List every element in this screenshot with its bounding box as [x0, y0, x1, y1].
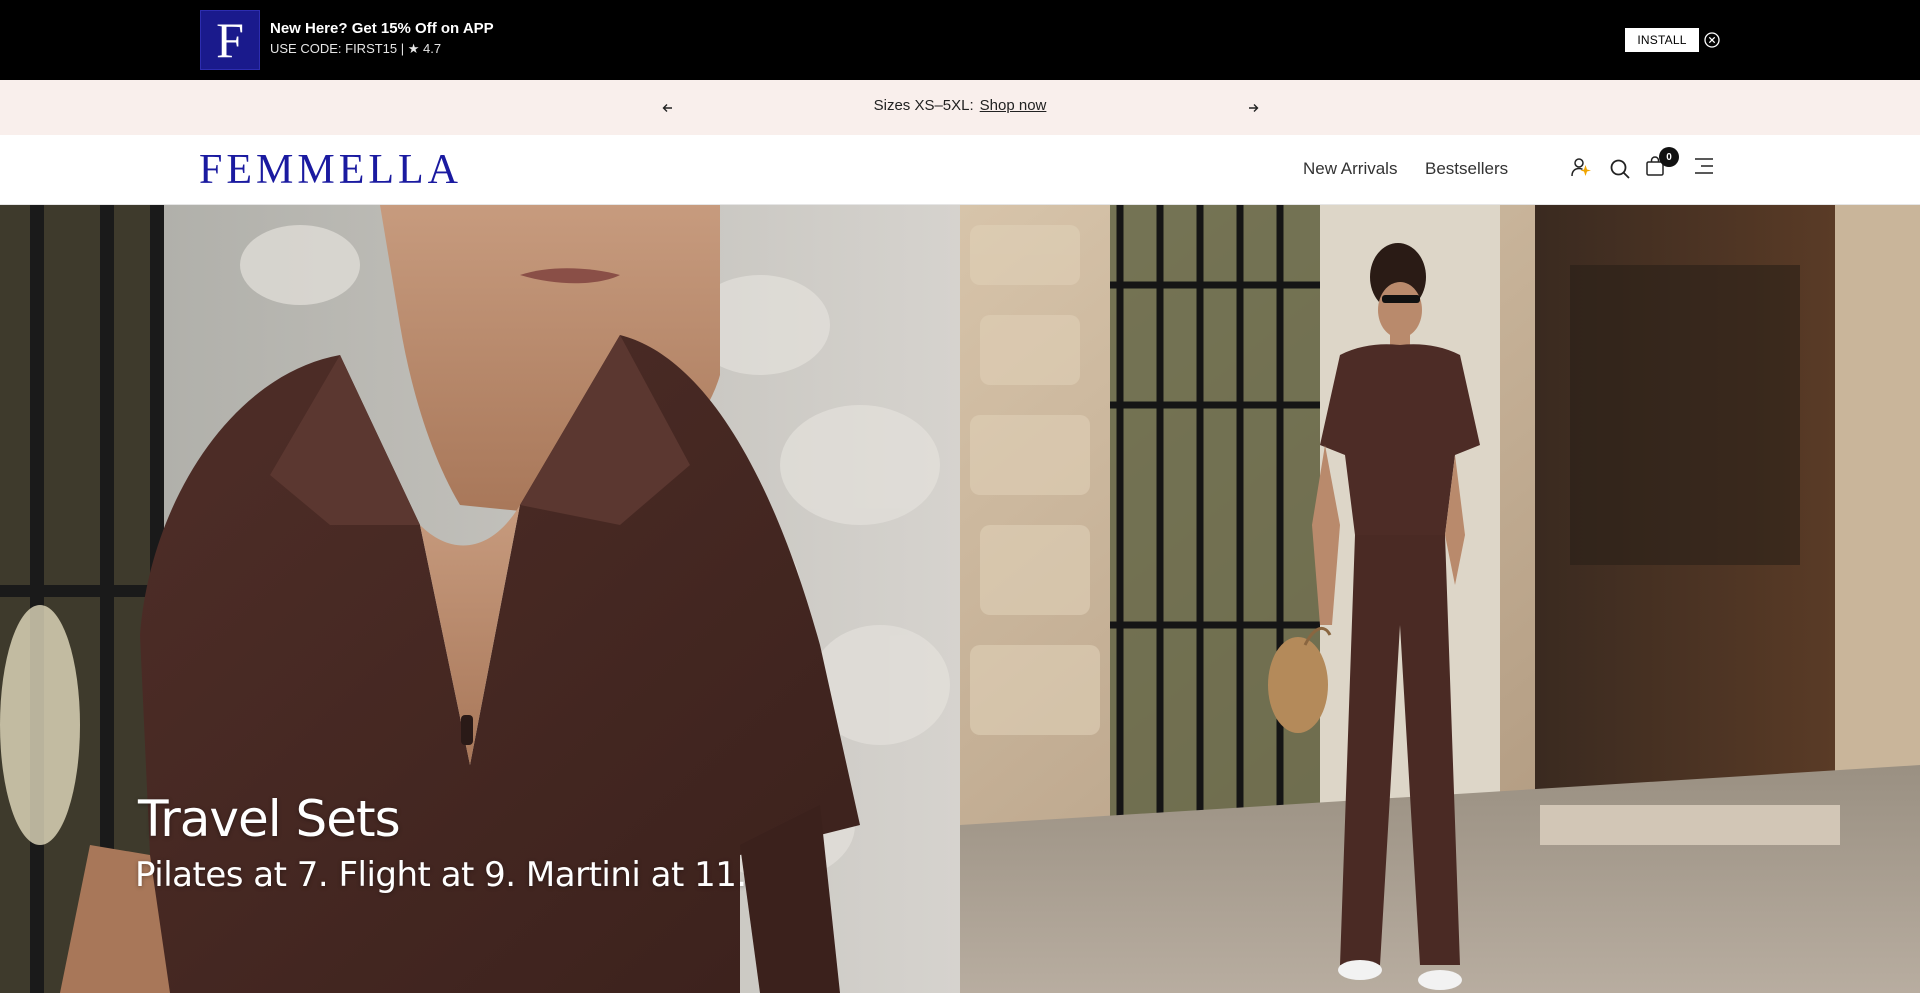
- site-header: FEMMELLA New Arrivals Bestsellers: [0, 135, 1920, 205]
- nav-new-arrivals[interactable]: New Arrivals: [1303, 159, 1397, 179]
- app-logo-letter: F: [216, 12, 244, 68]
- nav-bestsellers[interactable]: Bestsellers: [1425, 159, 1508, 179]
- cart-count-badge: 0: [1659, 147, 1679, 167]
- hero-image-fullbody: [960, 205, 1920, 993]
- announcement-bar: Sizes XS–5XL: Shop now: [0, 80, 1920, 135]
- announcement-text: Sizes XS–5XL:: [873, 97, 974, 114]
- promo-text: New Here? Get 15% Off on APP USE CODE: F…: [270, 19, 494, 58]
- app-promo-bar: F New Here? Get 15% Off on APP USE CODE:…: [0, 0, 1920, 80]
- arrow-right-icon[interactable]: [1244, 99, 1262, 117]
- user-sparkle-icon[interactable]: [1570, 156, 1592, 178]
- app-logo: F: [200, 10, 260, 70]
- shop-now-link[interactable]: Shop now: [980, 97, 1047, 114]
- hero-banner[interactable]: Travel Sets Pilates at 7. Flight at 9. M…: [0, 205, 1920, 993]
- search-icon[interactable]: [1609, 158, 1631, 180]
- hero-image-closeup: Travel Sets Pilates at 7. Flight at 9. M…: [0, 205, 960, 993]
- hero-title: Travel Sets: [138, 790, 401, 848]
- promo-title: New Here? Get 15% Off on APP: [270, 20, 494, 37]
- brand-logo[interactable]: FEMMELLA: [199, 145, 462, 195]
- close-circle-icon[interactable]: [1704, 32, 1720, 48]
- hero-subtitle: Pilates at 7. Flight at 9. Martini at 11…: [135, 855, 747, 895]
- promo-subtitle: USE CODE: FIRST15 | ★ 4.7: [270, 41, 442, 56]
- install-button[interactable]: INSTALL: [1625, 28, 1699, 52]
- menu-icon[interactable]: [1693, 156, 1715, 176]
- hero-fullbody-illustration: [960, 205, 1920, 993]
- announcement-message: Sizes XS–5XL: Shop now: [0, 97, 1920, 114]
